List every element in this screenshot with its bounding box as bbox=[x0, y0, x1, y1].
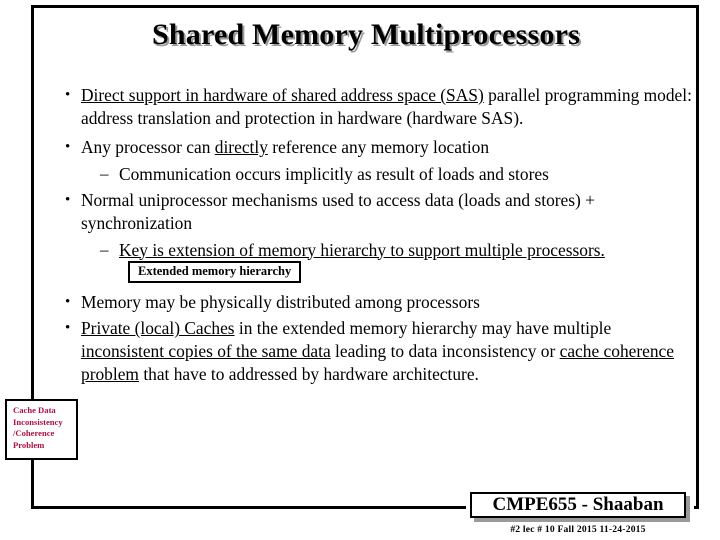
bullet-item-any-processor: • Any processor can directly reference a… bbox=[45, 136, 695, 159]
bullet-marker: • bbox=[65, 293, 71, 310]
bullet-underlined-private-caches: Private (local) Caches bbox=[81, 318, 235, 339]
bullet-marker: • bbox=[65, 139, 71, 156]
sub-bullet-text: Communication occurs implicitly as resul… bbox=[119, 163, 549, 184]
bullet-text: Any processor can directly reference any… bbox=[81, 136, 695, 159]
callout-cache-line-1: Cache Data bbox=[13, 405, 56, 415]
bullet-marker: • bbox=[65, 320, 71, 337]
bullet-post: reference any memory location bbox=[267, 137, 490, 158]
bullet-item-private-caches: • Private (local) Caches in the extended… bbox=[45, 317, 695, 385]
bullet-post: that have to addressed by hardware archi… bbox=[138, 363, 479, 384]
bullet-emphasis-directly: directly bbox=[214, 137, 268, 158]
sub-bullet-item-communication: – Communication occurs implicitly as res… bbox=[45, 163, 695, 186]
bullet-item-direct-support: • Direct support in hardware of shared a… bbox=[45, 84, 695, 129]
slide-body: • Direct support in hardware of shared a… bbox=[45, 84, 695, 385]
bullet-mid2: leading to data inconsistency or bbox=[330, 340, 560, 361]
callout-extended-memory-hierarchy: Extended memory hierarchy bbox=[128, 261, 302, 284]
bullet-marker: • bbox=[65, 87, 71, 103]
bullet-item-memory-distributed: • Memory may be physically distributed a… bbox=[45, 291, 695, 314]
bullet-marker: • bbox=[65, 192, 71, 209]
bullet-text: Memory may be physically distributed amo… bbox=[81, 291, 480, 312]
bullet-underlined-lead: Direct support in hardware of shared add… bbox=[81, 85, 484, 105]
sub-bullet-underlined-lead: Key is extension of memory hierarchy to … bbox=[119, 239, 605, 260]
callout-cache-line-4: Problem bbox=[13, 439, 45, 450]
sub-bullet-text: Key is extension of memory hierarchy to … bbox=[119, 239, 695, 284]
footer-metadata: #2 lec # 10 Fall 2015 11-24-2015 bbox=[510, 524, 646, 535]
bullet-text: Direct support in hardware of shared add… bbox=[81, 84, 695, 129]
bullet-item-normal-uniprocessor: • Normal uniprocessor mechanisms used to… bbox=[45, 189, 695, 234]
callout-cache-line-2: Inconsistency bbox=[13, 416, 63, 427]
bullet-text: Normal uniprocessor mechanisms used to a… bbox=[81, 190, 595, 233]
callout-cache-line-3: /Coherence bbox=[13, 428, 55, 439]
callout-cache-data-inconsistency: Cache Data Inconsistency /Coherence Prob… bbox=[5, 399, 78, 460]
footer-course-badge: CMPE655 - Shaaban bbox=[470, 492, 686, 518]
sub-bullet-item-key-extension: – Key is extension of memory hierarchy t… bbox=[45, 239, 695, 284]
bullet-pre: Any processor can bbox=[81, 137, 215, 158]
page-title: Shared Memory Multiprocessors bbox=[152, 18, 580, 51]
bullet-text: Private (local) Caches in the extended m… bbox=[81, 317, 695, 385]
sub-bullet-marker: – bbox=[100, 239, 109, 259]
bullet-mid1: in the extended memory hierarchy may hav… bbox=[234, 318, 612, 339]
sub-bullet-marker: – bbox=[100, 163, 109, 183]
bullet-underlined-inconsistent-copies: inconsistent copies of the same data bbox=[81, 340, 331, 361]
